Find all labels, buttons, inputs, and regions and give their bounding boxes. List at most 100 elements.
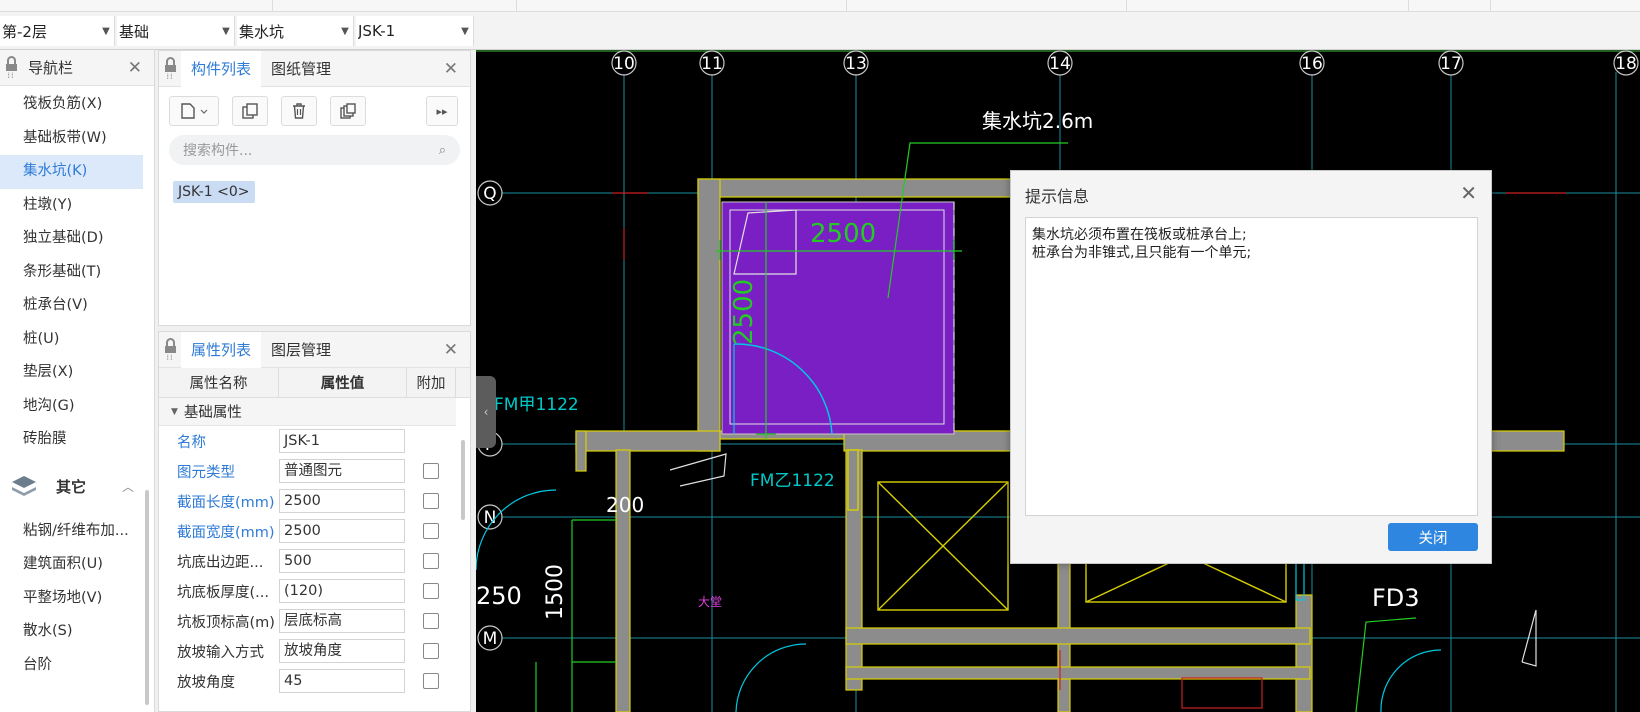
property-extra-checkbox[interactable] <box>423 583 439 599</box>
nav-panel: ⁞⁞ 导航栏 ✕ 筏板负筋(X) 基础板带(W) 集水坑(K) 柱墩(Y) 独立… <box>0 50 155 712</box>
property-value-field[interactable]: (120) <box>279 579 405 603</box>
tab-property-list[interactable]: 属性列表 <box>181 332 262 368</box>
column-header-value: 属性值 <box>279 368 407 397</box>
collapse-triangle-icon: ▼ <box>171 406 178 417</box>
property-extra-checkbox[interactable] <box>423 553 439 569</box>
component-select[interactable]: JSK-1 ▼ <box>356 16 474 46</box>
nav-item-column-pier[interactable]: 柱墩(Y) <box>0 189 154 223</box>
component-list-item[interactable]: JSK-1 <0> <box>173 181 255 203</box>
more-options-button[interactable]: ▸▸ <box>426 96 458 126</box>
panel-collapse-handle[interactable]: ‹ <box>476 376 496 448</box>
axis-label-col: 17 <box>1440 54 1462 74</box>
nav-item-building-area[interactable]: 建筑面积(U) <box>0 548 154 582</box>
axis-label-col: 10 <box>613 54 635 74</box>
property-scrollbar[interactable] <box>461 440 465 520</box>
nav-item-raft-neg-rebar[interactable]: 筏板负筋(X) <box>0 88 154 122</box>
ribbon-bottom-strip <box>0 0 1640 12</box>
close-icon[interactable]: ✕ <box>128 58 142 78</box>
axis-label-col: 11 <box>701 54 723 74</box>
axis-label-row: M <box>483 629 498 649</box>
property-value-field[interactable]: JSK-1 <box>279 429 405 453</box>
nav-item-brick-form[interactable]: 砖胎膜 <box>0 423 154 457</box>
nav-item-steps[interactable]: 台阶 <box>0 649 154 683</box>
component-toolbar: ▸▸ <box>159 87 470 135</box>
property-extra-checkbox[interactable] <box>423 523 439 539</box>
floor-select-value: 第-2层 <box>2 22 47 41</box>
lock-icon[interactable]: ⁞⁞ <box>159 51 181 87</box>
nav-item-site-leveling[interactable]: 平整场地(V) <box>0 582 154 616</box>
property-extra-checkbox[interactable] <box>423 463 439 479</box>
property-value-field[interactable]: 2500 <box>279 489 405 513</box>
dialog-close-button[interactable]: 关闭 <box>1388 523 1478 551</box>
tab-layer-management[interactable]: 图层管理 <box>261 332 341 368</box>
nav-item-foundation-strip[interactable]: 基础板带(W) <box>0 122 154 156</box>
copy-icon <box>242 103 258 119</box>
property-row: 坑底出边距... 500 <box>159 546 456 576</box>
delete-component-button[interactable] <box>281 96 317 126</box>
category-select[interactable]: 基础 ▼ <box>117 16 235 46</box>
nav-item-apron[interactable]: 散水(S) <box>0 615 154 649</box>
property-name: 坑底板厚度(... <box>177 584 269 601</box>
close-icon[interactable]: ✕ <box>444 340 458 360</box>
nav-group-other[interactable]: 其它 ︿ <box>0 463 154 511</box>
nav-item-trench[interactable]: 地沟(G) <box>0 390 154 424</box>
tab-drawing-management[interactable]: 图纸管理 <box>261 51 341 87</box>
chevron-left-icon: ‹ <box>483 405 489 419</box>
property-name: 截面长度(mm) <box>177 494 275 511</box>
lock-icon[interactable]: ⁞⁞ <box>0 50 22 86</box>
new-file-icon <box>181 103 208 119</box>
property-panel-header: ⁞⁞ 属性列表 图层管理 ✕ <box>159 332 470 368</box>
axis-label-col: 18 <box>1615 54 1637 74</box>
dialog-message-box: 集水坑必须布置在筏板或桩承台上; 桩承台为非锥式,且只能有一个单元; <box>1025 217 1478 516</box>
new-component-button[interactable] <box>169 96 219 126</box>
dim-label-horizontal: 2500 <box>810 219 876 249</box>
lock-icon[interactable]: ⁞⁞ <box>159 332 181 368</box>
nav-item-cushion[interactable]: 垫层(X) <box>0 356 154 390</box>
property-group-basic[interactable]: ▼ 基础属性 <box>159 398 456 426</box>
search-icon[interactable]: ⌕ <box>439 143 446 158</box>
component-search-input[interactable]: 搜索构件... ⌕ <box>169 135 460 165</box>
close-icon[interactable]: ✕ <box>1460 181 1477 205</box>
dialog-message-line: 桩承台为非锥式,且只能有一个单元; <box>1032 245 1252 261</box>
chevron-up-icon: ︿ <box>122 480 135 494</box>
type-select-value: 集水坑 <box>239 22 285 41</box>
nav-item-steel-fiber[interactable]: 粘钢/纤维布加... <box>0 515 154 549</box>
dialog-message-line: 集水坑必须布置在筏板或桩承台上; <box>1032 227 1247 243</box>
category-select-value: 基础 <box>119 22 150 41</box>
nav-item-pile-cap[interactable]: 桩承台(V) <box>0 289 154 323</box>
property-value-field[interactable]: 放坡角度 <box>279 639 405 663</box>
dim-label-250: 250 <box>476 582 522 610</box>
app-window: 第-2层 ▼ 基础 ▼ 集水坑 ▼ JSK-1 ▼ ⁞⁞ 导航栏 ✕ 筏板负筋(… <box>0 0 1640 712</box>
column-header-extra: 附加 <box>407 368 456 397</box>
search-placeholder: 搜索构件... <box>183 143 253 159</box>
property-value-field[interactable]: 500 <box>279 549 405 573</box>
floor-select[interactable]: 第-2层 ▼ <box>0 16 115 46</box>
copy-component-button[interactable] <box>232 96 268 126</box>
property-extra-checkbox[interactable] <box>423 643 439 659</box>
property-extra-checkbox[interactable] <box>423 673 439 689</box>
property-name: 坑底出边距... <box>177 554 264 571</box>
copy-to-other-floor-button[interactable] <box>330 96 366 126</box>
property-value-field[interactable]: 45 <box>279 669 405 693</box>
property-group-label: 基础属性 <box>183 405 242 421</box>
property-extra-checkbox[interactable] <box>423 493 439 509</box>
close-icon[interactable]: ✕ <box>444 59 458 79</box>
property-value-field[interactable]: 层底标高 <box>279 609 405 633</box>
nav-item-sump-pit[interactable]: 集水坑(K) <box>0 155 143 189</box>
property-extra-checkbox[interactable] <box>423 613 439 629</box>
axis-label-col: 16 <box>1301 54 1323 74</box>
property-value-field[interactable]: 2500 <box>279 519 405 543</box>
dim-label-200: 200 <box>606 493 644 517</box>
nav-scrollbar[interactable] <box>145 490 149 705</box>
property-row: 图元类型 普通图元 <box>159 456 456 486</box>
axis-label-row: Q <box>483 184 496 204</box>
property-value-field[interactable]: 普通图元 <box>279 459 405 483</box>
nav-item-pile[interactable]: 桩(U) <box>0 323 154 357</box>
property-name: 放坡输入方式 <box>177 644 264 661</box>
nav-item-isolated-footing[interactable]: 独立基础(D) <box>0 222 154 256</box>
nav-item-strip-footing[interactable]: 条形基础(T) <box>0 256 154 290</box>
tab-component-list[interactable]: 构件列表 <box>181 50 262 87</box>
type-select[interactable]: 集水坑 ▼ <box>237 16 354 46</box>
room-label-lobby: 大堂 <box>698 595 722 609</box>
dim-label-1500: 1500 <box>543 564 568 620</box>
